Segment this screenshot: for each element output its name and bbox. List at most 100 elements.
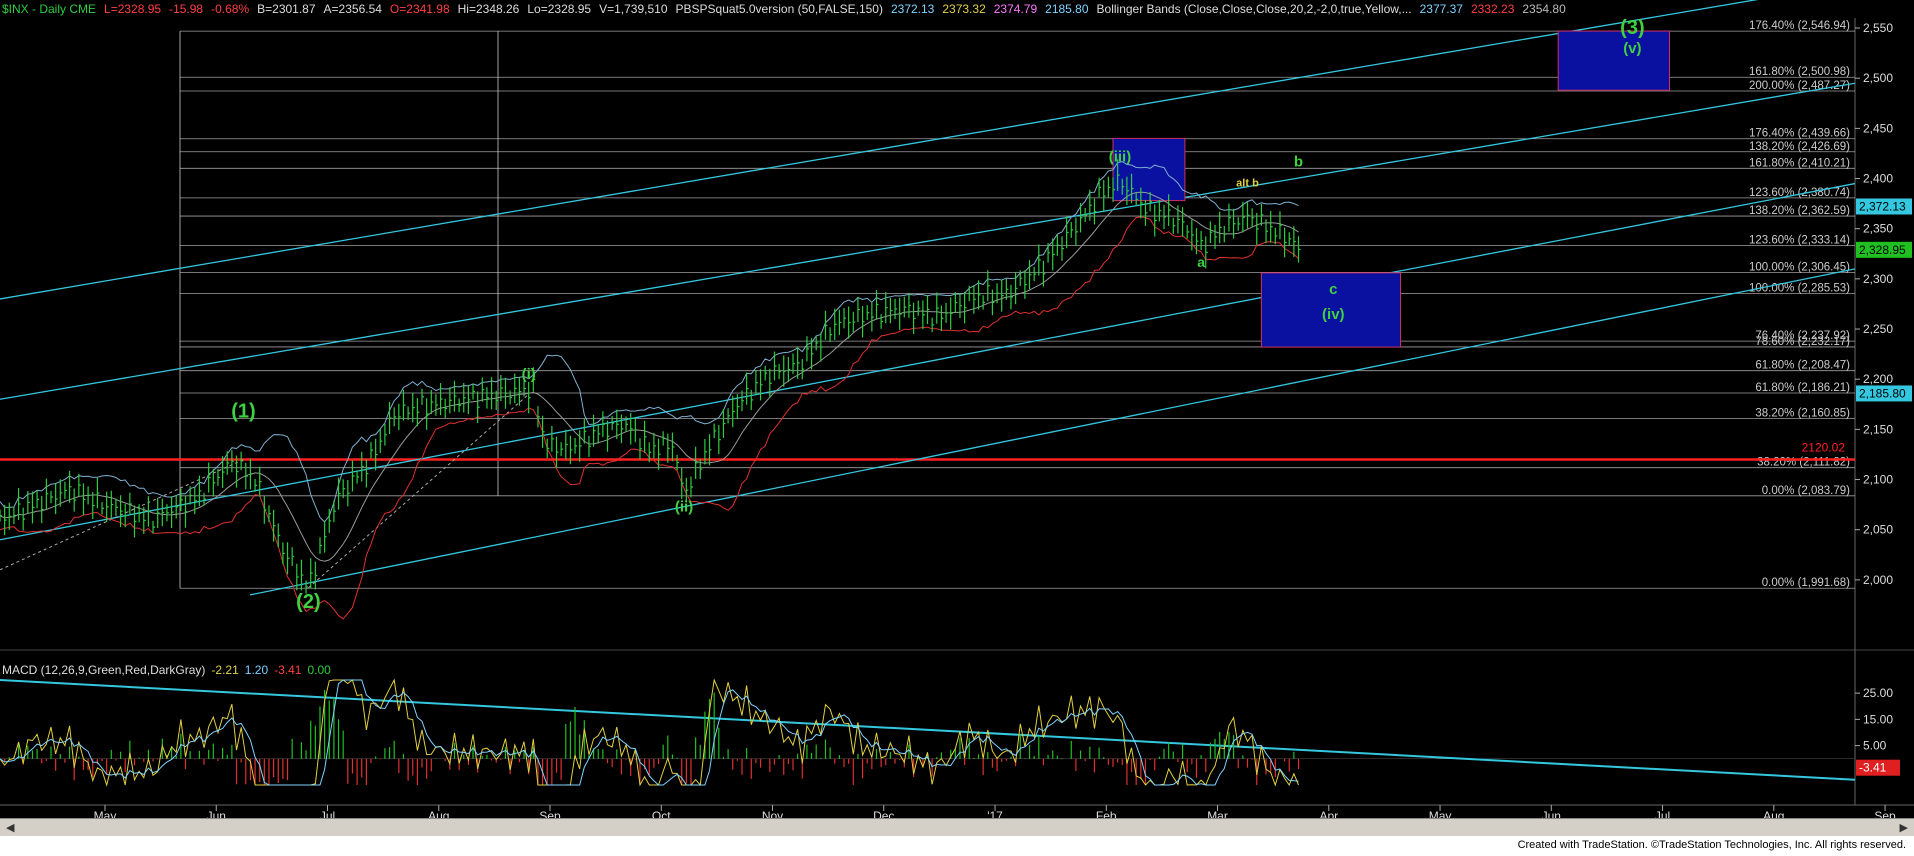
- net-change: -15.98: [169, 2, 204, 16]
- macd-value1: -2.21: [211, 663, 239, 677]
- time-tick-label: May: [94, 809, 117, 818]
- fib-label: 161.80% (2,410.21): [1749, 157, 1850, 169]
- bollinger-lower-band: [0, 216, 1299, 620]
- study1-value4: 2185.80: [1045, 2, 1089, 16]
- time-tick-label: Jul: [1655, 809, 1670, 818]
- wave-label: (iii): [1109, 148, 1132, 165]
- study1-label: PBSPSquat5.0version (50,FALSE,150): [675, 2, 883, 16]
- fib-label: 38.20% (2,160.85): [1755, 407, 1850, 419]
- study1-value1: 2372.13: [890, 2, 935, 16]
- fib-label: 78.60% (2,232.17): [1755, 336, 1850, 348]
- fib-label: 161.80% (2,500.98): [1749, 66, 1850, 78]
- dashed-projection-line: [0, 459, 244, 571]
- price-tick-label: 2,200: [1863, 372, 1893, 386]
- time-tick-label: Jun: [207, 809, 226, 818]
- macd-value3: -3.41: [274, 663, 302, 677]
- macd-value-badge-label: -3.41: [1859, 761, 1887, 775]
- price-tick-label: 2,000: [1863, 573, 1893, 587]
- fib-label: 100.00% (2,285.53): [1749, 282, 1850, 294]
- time-tick-label: May: [1429, 809, 1452, 818]
- macd-label: MACD (12,26,9,Green,Red,DarkGray): [2, 663, 206, 677]
- chart-header: $INX - Daily CME L=2328.95 -15.98 -0.68% B=2…: [2, 2, 1574, 16]
- price-tick-label: 2,450: [1863, 121, 1893, 135]
- study1-value2: 2373.32: [942, 2, 986, 16]
- fib-label: 138.20% (2,426.69): [1749, 141, 1850, 153]
- fib-label: 61.80% (2,186.21): [1755, 382, 1850, 394]
- wave-label: (2): [296, 591, 320, 613]
- wave-label: a: [1197, 254, 1205, 270]
- fib-label: 61.80% (2,208.47): [1755, 360, 1850, 372]
- time-tick-label: Jun: [1542, 809, 1561, 818]
- wave-label: (v): [1623, 40, 1641, 57]
- time-tick-label: Nov: [762, 809, 783, 818]
- time-tick-label: Sep: [1874, 809, 1896, 818]
- macd-value2: 1.20: [244, 663, 269, 677]
- pct-change: -0.68%: [211, 2, 250, 16]
- wave-label: (3): [1620, 17, 1644, 39]
- macd-tick-label: 25.00: [1863, 686, 1893, 700]
- trend-channel-line: [0, 182, 1856, 541]
- wave-label: (ii): [675, 499, 693, 516]
- time-tick-label: Sep: [539, 809, 561, 818]
- wave-label: (i): [522, 366, 536, 383]
- wave-label: (iv): [1322, 306, 1345, 323]
- study2-label: Bollinger Bands (Close,Close,Close,20,2,…: [1096, 2, 1412, 16]
- footer-credit: Created with TradeStation. ©TradeStation…: [1517, 839, 1906, 851]
- time-tick-label: Oct: [652, 809, 671, 818]
- price-tick-label: 2,300: [1863, 272, 1893, 286]
- price-tick-label: 2,250: [1863, 322, 1893, 336]
- scroll-left-icon[interactable]: ◀: [6, 821, 14, 834]
- bid-price: B=2301.87: [257, 2, 316, 16]
- wave-label: (1): [231, 400, 255, 422]
- ask-price: A=2356.54: [323, 2, 382, 16]
- study2-value2: 2332.23: [1470, 2, 1515, 16]
- symbol-label: $INX - Daily CME: [2, 2, 97, 16]
- time-tick-label: Aug: [1763, 809, 1784, 818]
- macd-value4: 0.00: [307, 663, 331, 677]
- price-tick-label: 2,150: [1863, 422, 1893, 436]
- macd-tick-label: 5.00: [1863, 739, 1887, 753]
- time-tick-label: Apr: [1319, 809, 1338, 818]
- time-tick-label: '17: [987, 809, 1003, 818]
- price-tick-label: 2,500: [1863, 71, 1893, 85]
- low-price: Lo=2328.95: [527, 2, 592, 16]
- fib-label: 176.40% (2,439.66): [1749, 128, 1850, 140]
- study2-value1: 2377.37: [1419, 2, 1463, 16]
- price-tick-label: 2,050: [1863, 523, 1893, 537]
- time-tick-label: Dec: [873, 809, 894, 818]
- wave-label: b: [1294, 153, 1303, 170]
- study2-value3: 2354.80: [1522, 2, 1566, 16]
- wave-label: c: [1329, 281, 1337, 298]
- price-tick-label: 2,400: [1863, 172, 1893, 186]
- macd-tick-label: 15.00: [1863, 712, 1893, 726]
- fib-label: 176.40% (2,546.94): [1749, 20, 1850, 32]
- price-tick-label: 2,350: [1863, 222, 1893, 236]
- fib-label: 123.60% (2,333.14): [1749, 235, 1850, 247]
- fib-label: 0.00% (2,083.79): [1762, 485, 1850, 497]
- time-tick-label: Jul: [320, 809, 335, 818]
- macd-header: MACD (12,26,9,Green,Red,DarkGray) -2.21 1.…: [2, 663, 337, 677]
- time-tick-label: Feb: [1096, 809, 1117, 818]
- time-tick-label: Aug: [428, 809, 449, 818]
- fib-label: 0.00% (1,991.68): [1762, 577, 1850, 589]
- volume: V=1,739,510: [599, 2, 668, 16]
- price-chart[interactable]: 2,550 2,500 2,450 2,400 2,350 2,300 2,250 2,200…: [0, 0, 1914, 818]
- horizontal-scrollbar[interactable]: ◀ ▶: [0, 818, 1914, 837]
- price-tick-label: 2,100: [1863, 473, 1893, 487]
- wave-label: alt b: [1236, 178, 1259, 190]
- target-box: [1557, 30, 1670, 91]
- price-tick-label: 2,550: [1863, 21, 1893, 35]
- footer: Created with TradeStation. ©TradeStation…: [0, 836, 1914, 856]
- time-tick-label: Mar: [1207, 809, 1228, 818]
- price-badge-label: 2,185.80: [1859, 386, 1906, 400]
- price-badge-label: 2,328.95: [1859, 243, 1906, 257]
- fib-label: 100.00% (2,306.45): [1749, 261, 1850, 273]
- trend-channel-line: [249, 268, 1856, 596]
- scroll-right-icon[interactable]: ▶: [1900, 821, 1908, 834]
- price-badge-label: 2,372.13: [1859, 199, 1906, 213]
- fib-label: 123.60% (2,380.74): [1749, 187, 1850, 199]
- high-price: Hi=2348.26: [457, 2, 520, 16]
- last-price: L=2328.95: [104, 2, 162, 16]
- open-price: O=2341.98: [389, 2, 450, 16]
- fib-label: 138.20% (2,362.59): [1749, 205, 1850, 217]
